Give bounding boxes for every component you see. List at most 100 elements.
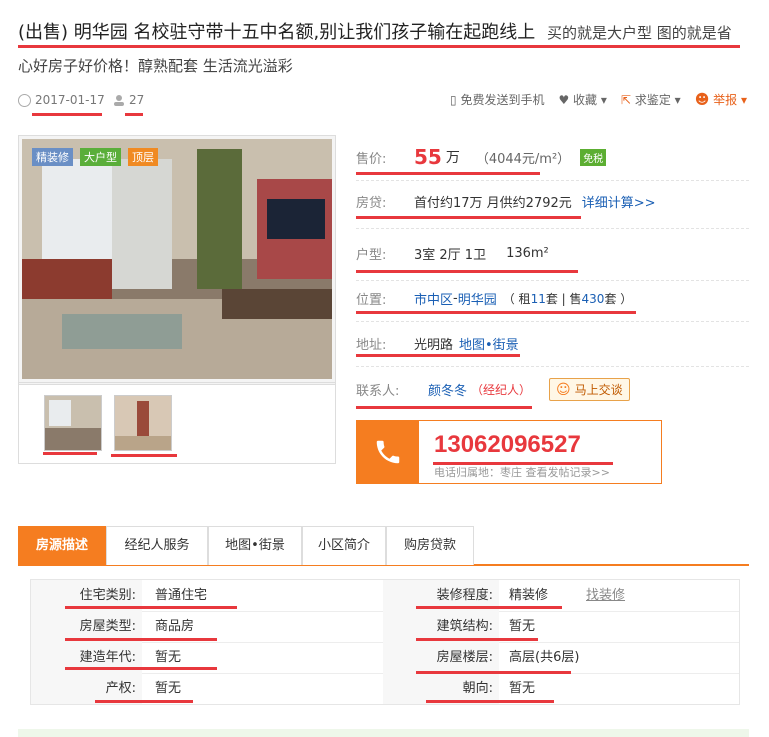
send-to-phone-link[interactable]: ▯ 免费发送到手机	[450, 91, 544, 108]
district-link[interactable]: 市中区	[414, 289, 453, 308]
tag-renovation: 精装修	[32, 148, 73, 166]
phone-number[interactable]: 13062096527	[434, 431, 581, 459]
tab-agent-service[interactable]: 经纪人服务	[106, 526, 208, 565]
price-row: 售价: 55 万 （4044元/m²） 免税	[356, 145, 607, 169]
annotation-underline	[111, 454, 177, 457]
send-to-phone-label: 免费发送到手机	[460, 93, 545, 107]
favorite-label: 收藏	[573, 93, 598, 107]
room-photo	[22, 139, 332, 379]
phone-box: 13062096527 电话归属地：枣庄 查看发帖记录>>	[356, 420, 662, 484]
contact-row: 联系人: 颜冬冬 （经纪人） ☺ 马上交谈	[356, 378, 630, 401]
tab-mortgage[interactable]: 购房贷款	[386, 526, 474, 565]
tab-description[interactable]: 房源描述	[18, 526, 106, 565]
location-mid: 套 | 售	[545, 292, 582, 306]
property-details-table: 住宅类别: 普通住宅 房屋类型: 商品房 建造年代: 暂无 产权: 暂无 装修程…	[30, 579, 740, 705]
annotation-underline	[125, 113, 143, 116]
annotation-underline	[416, 606, 562, 609]
annotation-underline	[356, 311, 636, 314]
police-icon: ☻	[694, 92, 710, 108]
location-row: 位置: 市中区 - 明华园 （ 租 11 套 | 售 430 套 ）	[356, 289, 632, 308]
price-label: 售价:	[356, 151, 387, 167]
tab-community[interactable]: 小区简介	[302, 526, 386, 565]
action-bar: ▯ 免费发送到手机 ♥ 收藏 ▾ ⇱ 求鉴定 ▾ ☻ 举报 ▾	[450, 91, 747, 108]
annotation-underline	[356, 216, 581, 219]
heart-icon: ♥	[558, 93, 570, 107]
annotation-underline	[426, 700, 554, 703]
annotation-underline	[433, 462, 613, 465]
divider	[356, 228, 749, 229]
view-count: 27	[113, 93, 144, 107]
appraise-label: 求鉴定	[634, 93, 671, 107]
tab-map[interactable]: 地图•街景	[208, 526, 302, 565]
phone-icon	[357, 421, 419, 483]
title-sub: 买的就是大户型 图的就是省	[546, 24, 732, 42]
annotation-underline	[18, 45, 740, 48]
chevron-down-icon: ▾	[740, 93, 747, 107]
find-renovation-link[interactable]: 找装修	[586, 580, 625, 611]
address-label: 地址:	[356, 338, 387, 353]
rent-count-link[interactable]: 11	[531, 292, 546, 306]
clock-icon	[18, 93, 31, 107]
report-label: 举报	[713, 93, 738, 107]
divider	[356, 180, 749, 181]
contact-label: 联系人:	[356, 384, 400, 399]
loan-calc-link[interactable]: 详细计算>>	[582, 192, 656, 211]
tab-bar: 房源描述 经纪人服务 地图•街景 小区简介 购房贷款	[18, 526, 749, 566]
layout-value: 3室 2厅 1卫	[414, 248, 487, 263]
thumbnail-image	[45, 396, 101, 450]
detail-label: 房屋楼层:	[383, 642, 499, 673]
tax-free-badge: 免税	[580, 148, 607, 166]
thumbnail-2[interactable]	[114, 395, 172, 451]
price-per-meter: （4044元/m²）	[475, 151, 571, 167]
chat-now-button[interactable]: ☺ 马上交谈	[549, 378, 630, 401]
area-value: 136m²	[506, 246, 549, 261]
phone-origin-text: 电话归属地：枣庄 查看发帖记录>>	[434, 466, 610, 479]
annotation-underline	[356, 270, 578, 273]
tag-top-floor: 顶层	[128, 148, 158, 166]
post-date-text: 2017-01-17	[35, 93, 105, 107]
price-unit: 万	[445, 150, 460, 166]
thumbnail-1[interactable]	[44, 395, 102, 451]
annotation-underline	[416, 638, 538, 641]
sale-count-link[interactable]: 430	[582, 292, 605, 306]
annotation-underline	[356, 406, 532, 409]
chevron-down-icon: ▾	[674, 93, 681, 107]
person-icon	[114, 95, 124, 106]
annotation-underline	[43, 452, 97, 455]
contact-name-link[interactable]: 颜冬冬	[428, 380, 467, 399]
loan-text: 首付约17万 月供约2792元	[414, 196, 572, 211]
divider	[356, 321, 749, 322]
chevron-down-icon: ▾	[600, 93, 607, 107]
detail-value: 高层(共6层)	[509, 650, 580, 665]
annotation-underline	[65, 606, 237, 609]
main-photo-frame: 精装修 大户型 顶层	[18, 135, 336, 385]
location-rent-prefix: （ 租	[502, 292, 531, 306]
annotation-underline	[65, 667, 217, 670]
listing-title: (出售) 明华园 名校驻守带十五中名额,别让我们孩子输在起跑线上 买的就是大户型…	[18, 18, 732, 44]
post-date: 2017-01-17	[18, 93, 105, 107]
annotation-underline	[32, 113, 102, 116]
annotation-underline	[356, 172, 540, 175]
map-streetview-link[interactable]: 地图•街景	[459, 334, 519, 353]
tag-large-unit: 大户型	[80, 148, 121, 166]
estate-link[interactable]: 明华园	[458, 289, 497, 308]
contact-role: （经纪人）	[471, 383, 532, 397]
listing-subtitle: 心好房子好价格！醇熟配套 生活流光溢彩	[18, 57, 293, 75]
title-main: (出售) 明华园 名校驻守带十五中名额,别让我们孩子输在起跑线上	[18, 22, 536, 43]
favorite-button[interactable]: ♥ 收藏 ▾	[558, 91, 606, 108]
smile-icon: ☺	[556, 381, 571, 398]
annotation-underline	[416, 671, 571, 674]
price-value: 55	[414, 145, 442, 169]
thumbnail-strip	[18, 382, 336, 464]
loan-row: 房贷: 首付约17万 月供约2792元 详细计算>>	[356, 192, 656, 211]
report-button[interactable]: ☻ 举报 ▾	[695, 91, 747, 108]
layout-label: 户型:	[356, 248, 387, 263]
appraise-button[interactable]: ⇱ 求鉴定 ▾	[621, 91, 681, 108]
main-photo[interactable]: 精装修 大户型 顶层	[22, 139, 332, 379]
thumbnail-image	[115, 396, 171, 450]
divider	[356, 366, 749, 367]
annotation-underline	[95, 700, 193, 703]
share-icon: ⇱	[620, 93, 631, 107]
layout-row: 户型: 3室 2厅 1卫 136m²	[356, 244, 549, 263]
chat-now-label: 马上交谈	[574, 383, 623, 397]
